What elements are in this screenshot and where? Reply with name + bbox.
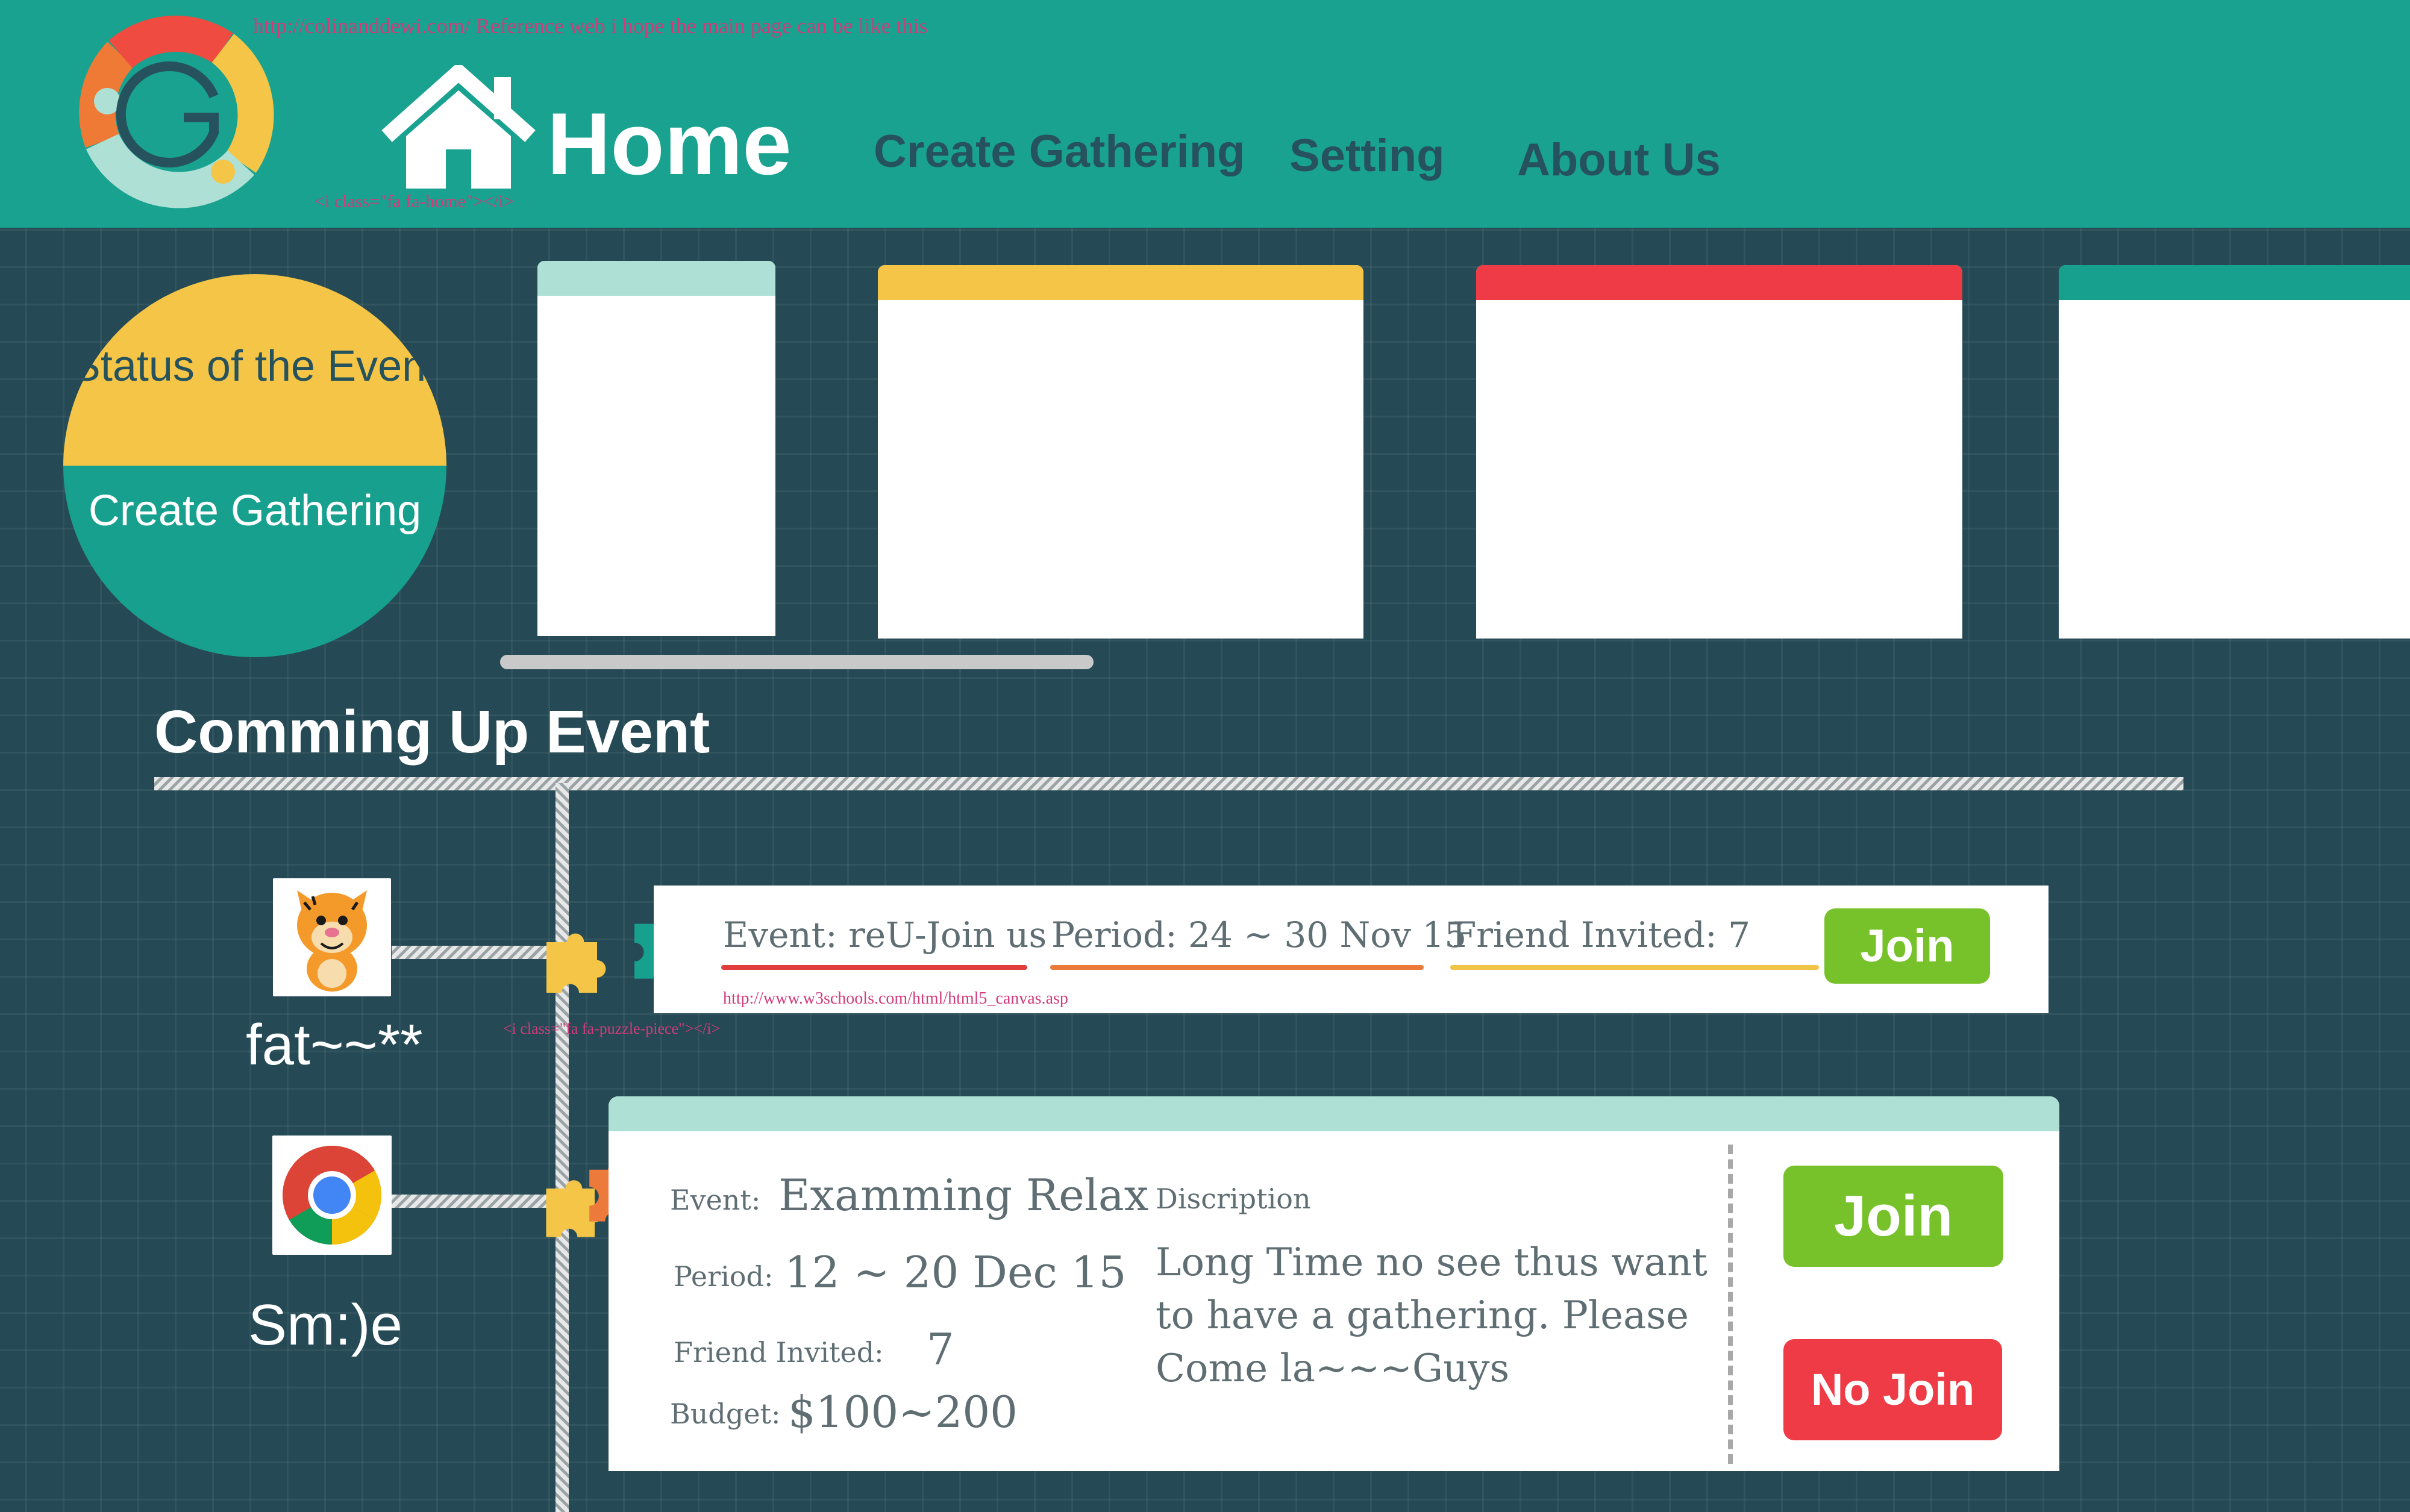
event-card[interactable] bbox=[1476, 265, 1962, 639]
nav-setting[interactable]: Setting bbox=[1289, 130, 1445, 182]
event-description: Long Time no see thus want to have a gat… bbox=[1156, 1240, 1707, 1391]
reference-note: http://colinanddewi.com/ Reference web i… bbox=[253, 14, 928, 38]
event-card[interactable] bbox=[878, 265, 1363, 639]
friend-invited: Friend Invited: 7 bbox=[1452, 914, 1750, 955]
card-color-bar bbox=[537, 261, 775, 296]
card-color-bar bbox=[1476, 265, 1962, 300]
section-title: Comming Up Event bbox=[154, 698, 710, 766]
timeline-connector bbox=[392, 946, 554, 959]
event-period-underline bbox=[1050, 965, 1424, 970]
card-color-bar bbox=[609, 1096, 2059, 1131]
tigger-avatar-icon bbox=[297, 890, 367, 992]
description-label: Discription bbox=[1156, 1182, 1311, 1215]
friend-invited-label: Friend Invited: bbox=[674, 1336, 884, 1369]
nav-home[interactable]: Home bbox=[547, 93, 792, 195]
event-name: Event: reU-Join us bbox=[723, 914, 1047, 955]
event-period: Period: 24 ~ 30 Nov 15 bbox=[1051, 914, 1467, 955]
no-join-button[interactable]: No Join bbox=[1783, 1339, 2002, 1440]
nav-about-us[interactable]: About Us bbox=[1517, 134, 1721, 186]
event-name-underline bbox=[721, 965, 1027, 970]
home-code-note: <i class="fa fa-home"></i> bbox=[315, 192, 514, 211]
event-period: 12 ~ 20 Dec 15 bbox=[784, 1247, 1127, 1298]
card-color-bar bbox=[2059, 265, 2410, 300]
timeline-connector bbox=[392, 1195, 554, 1208]
create-gathering-label: Create Gathering bbox=[88, 487, 422, 535]
event-name: Examming Relax bbox=[778, 1170, 1149, 1220]
user-name: fat~~** bbox=[246, 1013, 423, 1077]
join-button[interactable]: Join bbox=[1783, 1166, 2003, 1267]
puzzle-code-note: <i class="fa fa-puzzle-piece"></i> bbox=[503, 1020, 721, 1037]
timeline-divider bbox=[154, 777, 2183, 790]
nav-create-gathering[interactable]: Create Gathering bbox=[874, 125, 1245, 178]
user-name: Sm:)e bbox=[248, 1293, 403, 1357]
budget-label: Budget: bbox=[670, 1398, 781, 1430]
friend-invited-count: 7 bbox=[927, 1324, 954, 1375]
status-of-event-button[interactable]: Status of the Event bbox=[63, 274, 446, 466]
top-header: http://colinanddewi.com/ Reference web i… bbox=[0, 0, 2410, 228]
event-label: Event: bbox=[670, 1184, 761, 1216]
budget-value: $100~200 bbox=[788, 1387, 1018, 1437]
puzzle-piece-icon bbox=[546, 933, 606, 993]
event-card[interactable] bbox=[537, 261, 775, 636]
status-of-event-label: Status of the Event bbox=[71, 342, 439, 390]
dashed-divider bbox=[1728, 1145, 1733, 1464]
card-color-bar bbox=[878, 265, 1363, 300]
user-avatar[interactable] bbox=[273, 878, 391, 996]
join-button[interactable]: Join bbox=[1824, 908, 1990, 984]
cards-scrollbar[interactable] bbox=[500, 655, 1094, 669]
url-note: http://www.w3schools.com/html/html5_canv… bbox=[723, 989, 1068, 1008]
event-row: Event: reU-Join us Period: 24 ~ 30 Nov 1… bbox=[654, 886, 2048, 1013]
create-gathering-button[interactable]: Create Gathering bbox=[63, 466, 446, 657]
home-icon[interactable] bbox=[381, 65, 536, 192]
timeline-line bbox=[556, 783, 569, 1512]
period-label: Period: bbox=[674, 1260, 774, 1293]
friend-invited-underline bbox=[1450, 965, 1819, 970]
event-detail-card: Event: Examming Relax Period: 12 ~ 20 De… bbox=[609, 1096, 2059, 1471]
chrome-avatar-icon bbox=[283, 1146, 381, 1245]
user-avatar[interactable] bbox=[272, 1136, 392, 1255]
circle-menu: Status of the Event Create Gathering bbox=[63, 274, 446, 657]
app-logo-icon[interactable] bbox=[60, 12, 289, 211]
event-card[interactable] bbox=[2059, 265, 2410, 639]
